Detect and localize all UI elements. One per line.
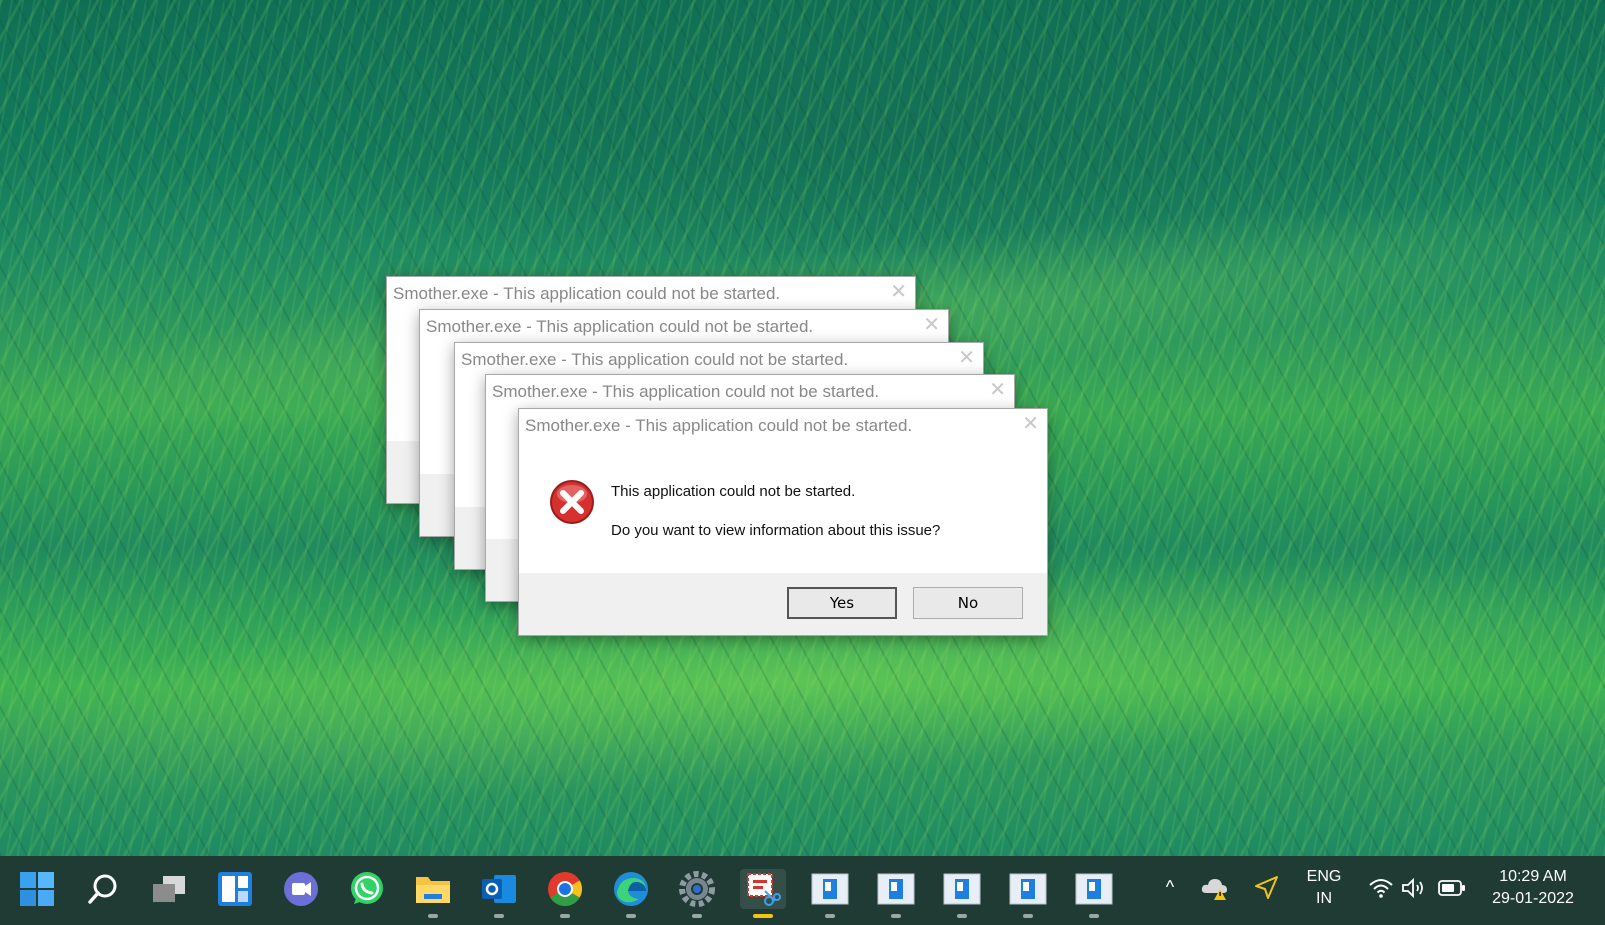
close-icon[interactable]: ✕ (923, 313, 940, 337)
dialog-titlebar[interactable]: Smother.exe - This application could not… (455, 343, 983, 375)
region-code: IN (1316, 890, 1332, 907)
chrome-icon[interactable] (545, 869, 585, 918)
dialog-titlebar[interactable]: Smother.exe - This application could not… (420, 310, 948, 342)
app-window-icon[interactable] (876, 869, 916, 918)
task-view-icon[interactable] (149, 869, 189, 909)
close-icon[interactable]: ✕ (989, 378, 1006, 402)
dialog-titlebar[interactable]: Smother.exe - This application could not… (486, 375, 1014, 407)
close-icon[interactable]: ✕ (958, 346, 975, 370)
dialog-question: Do you want to view information about th… (611, 522, 941, 539)
dialog-titlebar[interactable]: Smother.exe - This application could not… (387, 277, 915, 309)
dialog-titlebar[interactable]: Smother.exe - This application could not… (519, 409, 1047, 441)
language-code: ENG (1306, 868, 1342, 885)
file-explorer-icon[interactable] (413, 869, 453, 918)
settings-icon[interactable] (677, 869, 717, 918)
wifi-icon[interactable] (1366, 872, 1396, 904)
snipping-tool-icon[interactable] (740, 869, 786, 918)
no-button[interactable]: No (913, 587, 1023, 619)
dialog-title: Smother.exe - This application could not… (393, 284, 781, 303)
start-icon[interactable] (17, 869, 57, 909)
location-arrow-icon[interactable] (1250, 872, 1282, 904)
show-hidden-icons-chevron-icon[interactable]: ^ (1160, 876, 1180, 898)
outlook-icon[interactable] (479, 869, 519, 918)
close-icon[interactable]: ✕ (890, 280, 907, 304)
clock[interactable]: 10:29 AM 29-01-2022 (1478, 866, 1588, 910)
close-icon[interactable]: ✕ (1022, 412, 1039, 436)
weather-cloud-icon[interactable] (1199, 872, 1231, 904)
teams-chat-icon[interactable] (281, 869, 321, 909)
error-dialog-front[interactable]: Smother.exe - This application could not… (518, 408, 1048, 636)
search-icon[interactable] (83, 869, 123, 909)
dialog-message: This application could not be started. (611, 483, 856, 500)
dialog-title: Smother.exe - This application could not… (525, 416, 913, 435)
yes-button[interactable]: Yes (787, 587, 897, 619)
language-indicator[interactable]: ENG IN (1300, 866, 1348, 910)
widgets-icon[interactable] (215, 869, 255, 909)
taskbar: ^ ENG IN 10:29 AM 29-01-2022 (0, 856, 1605, 925)
app-window-icon[interactable] (1074, 869, 1114, 918)
dialog-title: Smother.exe - This application could not… (492, 382, 880, 401)
app-window-icon[interactable] (1008, 869, 1048, 918)
dialog-title: Smother.exe - This application could not… (461, 350, 849, 369)
whatsapp-icon[interactable] (347, 869, 387, 909)
battery-icon[interactable] (1436, 872, 1468, 904)
dialog-footer: Yes No (519, 573, 1047, 635)
app-window-icon[interactable] (942, 869, 982, 918)
clock-date: 29-01-2022 (1492, 890, 1574, 907)
clock-time: 10:29 AM (1499, 868, 1567, 885)
app-window-icon[interactable] (810, 869, 850, 918)
error-icon (550, 480, 594, 524)
volume-icon[interactable] (1398, 872, 1428, 904)
dialog-title: Smother.exe - This application could not… (426, 317, 814, 336)
edge-icon[interactable] (611, 869, 651, 918)
